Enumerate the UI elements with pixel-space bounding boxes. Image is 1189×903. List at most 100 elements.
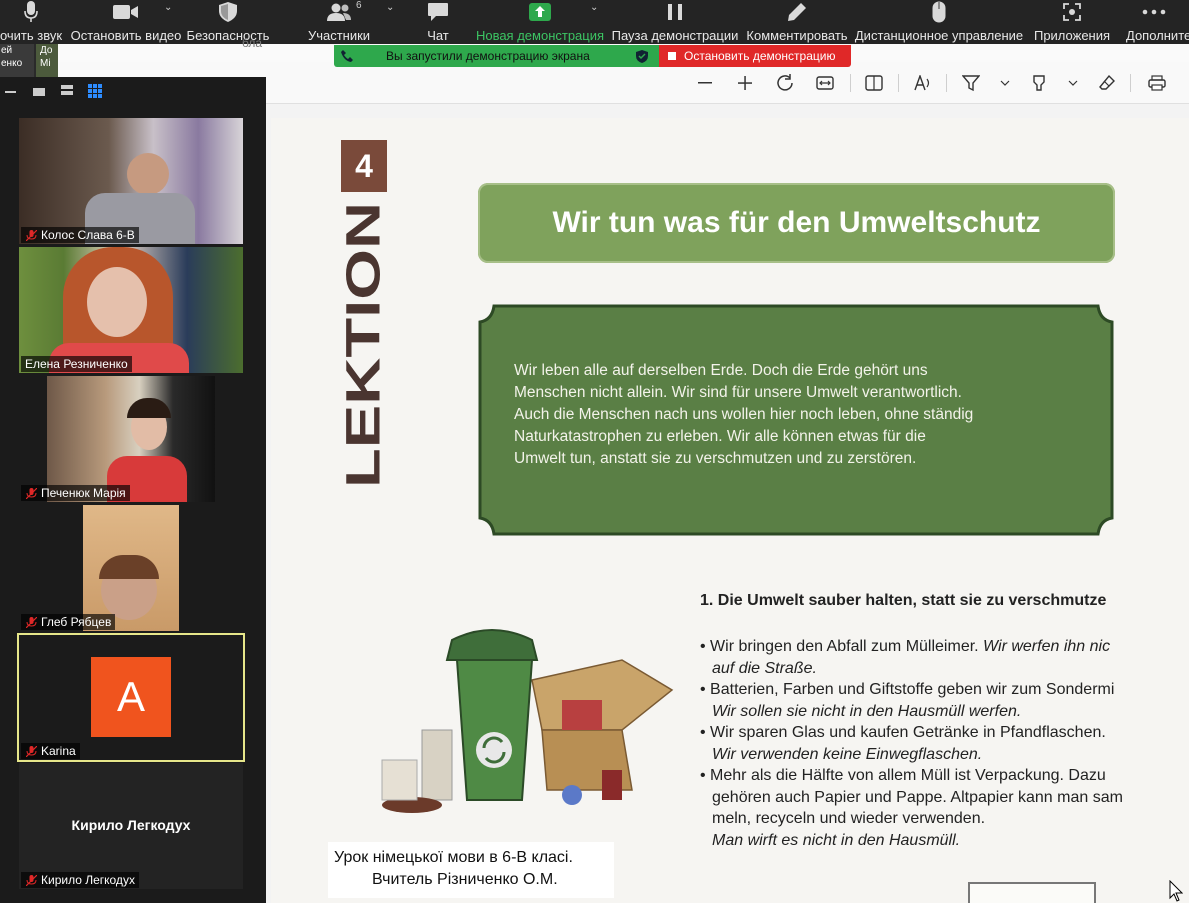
bullet-continuation: meln, recyceln und wieder verwenden.	[712, 810, 986, 827]
muted-mic-icon	[26, 230, 37, 241]
participants-label: Участники	[307, 28, 371, 43]
mini-thumb-2-line1: До	[40, 45, 53, 56]
participant-tile[interactable]: Печенюк Марія	[19, 376, 243, 502]
minimize-icon[interactable]	[5, 91, 16, 93]
participant-tile[interactable]: Глеб Рябцев	[19, 505, 243, 631]
bullet-item: • Wir bringen den Abfall zum Mülleimer. …	[700, 638, 1111, 655]
chapter-title: Wir tun was für den Umweltschutz	[478, 183, 1115, 263]
stop-square-icon	[668, 52, 676, 60]
draw-filter-icon[interactable]	[960, 72, 982, 94]
bullet-continuation: Wir sollen sie nicht in den Hausmüll wer…	[712, 702, 1022, 720]
stop-share-button[interactable]: Остановить демонстрацию	[659, 45, 851, 67]
annotate-button[interactable]: Комментировать	[746, 0, 848, 44]
mini-thumb-1-line2: енко	[1, 58, 23, 69]
pdf-left-strip	[58, 62, 266, 78]
mouse-cursor-icon	[1169, 879, 1184, 903]
pause-share-button[interactable]: Пауза демонстрации	[612, 0, 738, 44]
page-view-icon[interactable]	[863, 72, 885, 94]
bullet-item: • Wir sparen Glas und kaufen Getränke in…	[700, 724, 1106, 741]
participant-tile[interactable]: Колос Слава 6-В	[19, 118, 243, 244]
highlight-options-chevron-icon[interactable]	[1062, 72, 1084, 94]
highlight-icon[interactable]	[1028, 72, 1050, 94]
pause-icon	[667, 0, 683, 24]
shield-check-icon	[636, 50, 648, 63]
video-gallery: Колос Слава 6-В Елена Резниченко Печенюк…	[0, 77, 266, 903]
mouse-icon	[932, 0, 946, 24]
intro-line: Naturkatastrophen zu erleben. Wir alle k…	[514, 428, 926, 445]
bullet-item: • Mehr als die Hälfte von allem Müll ist…	[700, 767, 1106, 784]
new-share-button[interactable]: Новая демонстрация	[476, 0, 604, 44]
mini-thumb-2[interactable]: До Мі	[36, 44, 60, 77]
remote-control-button[interactable]: Дистанционное управление	[855, 0, 1023, 44]
mini-thumb-1[interactable]: ей енко	[0, 44, 34, 77]
section-title: 1. Die Umwelt sauber halten, statt sie z…	[700, 592, 1107, 609]
participant-name-label: Печенюк Марія	[21, 485, 130, 501]
microphone-icon	[24, 0, 38, 24]
share-screen-icon	[528, 0, 552, 24]
mini-thumb-2-line2: Мі	[40, 58, 51, 69]
shield-icon	[219, 0, 237, 24]
strip-view-icon[interactable]	[61, 85, 73, 89]
muted-mic-icon	[26, 617, 37, 628]
participant-name: Колос Слава 6-В	[41, 228, 135, 242]
rotate-icon[interactable]	[774, 72, 796, 94]
box-illustration	[968, 882, 1096, 903]
fit-width-icon[interactable]	[814, 72, 836, 94]
participants-count: 6	[356, 0, 362, 11]
gallery-view-controls	[0, 77, 266, 107]
chat-icon	[427, 0, 449, 24]
toolbar-divider	[850, 74, 851, 92]
apps-button[interactable]: Приложения	[1034, 0, 1110, 44]
toolbar-divider	[1130, 74, 1131, 92]
participant-tile-active[interactable]: A Karina	[17, 633, 245, 762]
zoom-out-icon[interactable]	[694, 72, 716, 94]
video-options-chevron-icon[interactable]: ⌄	[164, 2, 172, 13]
participant-face	[87, 267, 147, 337]
participant-avatar: A	[91, 657, 171, 737]
more-button[interactable]: Дополните	[1124, 0, 1189, 44]
apps-icon	[1062, 0, 1082, 24]
single-view-icon[interactable]	[33, 88, 45, 96]
eraser-icon[interactable]	[1096, 72, 1118, 94]
toolbar-divider	[898, 74, 899, 92]
participant-center-name: Кирило Легкодух	[71, 817, 191, 833]
participant-face	[127, 153, 169, 195]
chat-button[interactable]: Чат	[420, 0, 456, 44]
bullet-continuation: Wir verwenden keine Einwegflaschen.	[712, 745, 983, 763]
stop-share-label: Остановить демонстрацию	[684, 49, 836, 63]
bullet-item: • Batterien, Farben und Giftstoffe geben…	[700, 681, 1115, 698]
share-status: Вы запустили демонстрацию экрана	[334, 45, 659, 67]
participant-name: Глеб Рябцев	[41, 615, 112, 629]
lektion-label: LEKTION	[338, 200, 391, 490]
participant-name-label: Глеб Рябцев	[21, 614, 116, 630]
annotate-label: Комментировать	[746, 28, 848, 43]
share-options-chevron-icon[interactable]: ⌄	[590, 2, 598, 13]
trash-illustration	[372, 620, 692, 820]
pdf-toolbar	[266, 62, 1189, 104]
bullet-text: Mehr als die Hälfte von allem Müll ist V…	[710, 767, 1106, 784]
participant-name: Печенюк Марія	[41, 486, 126, 500]
muted-mic-icon	[26, 488, 37, 499]
bullet-text: Wir sparen Glas und kaufen Getränke in P…	[710, 724, 1106, 741]
bullet-continuation: gehören auch Papier und Pappe. Altpapier…	[712, 788, 1123, 806]
bullet-continuation: auf die Straße.	[712, 659, 817, 677]
stop-video-label: Остановить видео	[70, 28, 182, 43]
zoom-in-icon[interactable]	[734, 72, 756, 94]
read-aloud-icon[interactable]	[912, 72, 934, 94]
bullet-continuation: Man wirft es nicht in den Hausmüll.	[712, 831, 961, 849]
intro-line: Auch die Menschen nach uns wollen hier n…	[514, 406, 974, 423]
participant-name-label: Karina	[21, 743, 80, 759]
participants-button[interactable]: Участники	[306, 0, 372, 44]
draw-options-chevron-icon[interactable]	[994, 72, 1016, 94]
caption-line-1: Урок німецької мови в 6-В класі.	[334, 849, 573, 866]
muted-mic-icon	[26, 746, 37, 757]
pencil-icon	[787, 0, 807, 24]
top-left-mini-thumbs: ей енко До Мі	[0, 44, 60, 77]
gallery-view-icon[interactable]	[88, 84, 102, 103]
participant-tile[interactable]: Елена Резниченко	[19, 247, 243, 373]
participant-tile[interactable]: Кирило Легкодух Кирило Легкодух	[19, 763, 243, 889]
mute-button[interactable]: очить звук	[0, 0, 62, 44]
participants-chevron-icon[interactable]: ⌄	[386, 2, 394, 13]
print-icon[interactable]	[1146, 72, 1168, 94]
participant-name-label: Кирило Легкодух	[21, 872, 139, 888]
